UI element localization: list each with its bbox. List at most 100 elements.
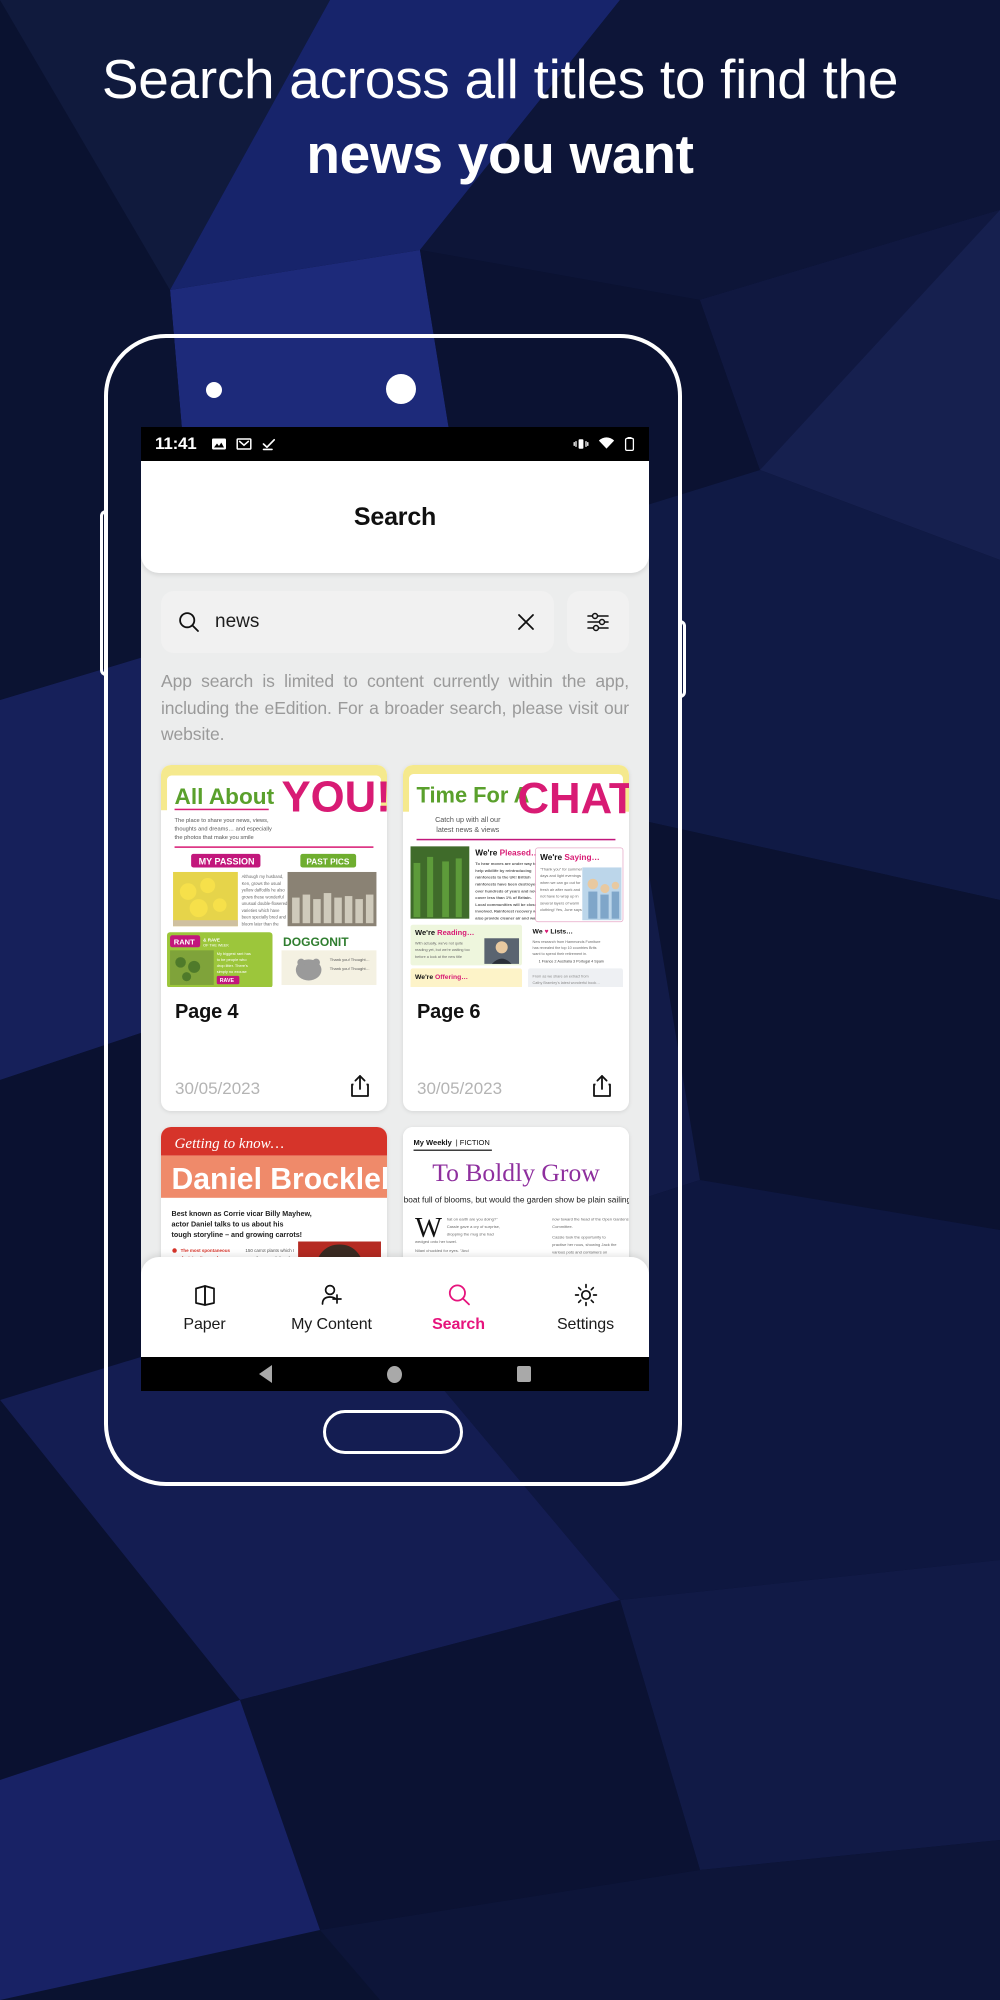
- svg-text:DOGGONIT: DOGGONIT: [283, 935, 349, 949]
- status-bar-system-icons: [573, 436, 635, 452]
- svg-text:simply no excuse: simply no excuse: [217, 969, 247, 974]
- svg-text:RANT: RANT: [174, 937, 195, 946]
- svg-text:before a look at the new title: before a look at the new title: [415, 955, 462, 959]
- result-meta: Page 4 30/05/2023: [161, 987, 387, 1111]
- svg-text:Ken, grows the usual: Ken, grows the usual: [242, 881, 281, 886]
- close-icon[interactable]: [514, 610, 538, 634]
- svg-text:MY PASSION: MY PASSION: [199, 856, 255, 866]
- search-bar-row: news: [161, 591, 629, 653]
- paper-icon: [194, 1284, 215, 1306]
- recents-square-icon[interactable]: [517, 1366, 532, 1382]
- svg-text:My Weekly: My Weekly: [414, 1138, 453, 1147]
- status-bar-notification-icons: [211, 436, 277, 452]
- result-title: Page 4: [175, 1000, 239, 1023]
- result-card[interactable]: Time For A CHAT Catch up with all our la…: [403, 764, 629, 1111]
- home-circle-icon[interactable]: [386, 1365, 402, 1383]
- svg-text:Nilani chuckled for eyes. "And: Nilani chuckled for eyes. "And: [415, 1248, 469, 1253]
- svg-text:Best known as Corrie vicar Bil: Best known as Corrie vicar Billy Mayhew,: [172, 1210, 312, 1218]
- svg-text:days and light evenings: days and light evenings: [540, 873, 581, 878]
- result-card[interactable]: All About YOU! The place to share your n…: [161, 764, 387, 1111]
- svg-text:Cassie gave a cry of surprise,: Cassie gave a cry of surprise,: [447, 1224, 500, 1229]
- svg-text:rainforests to the UK! British: rainforests to the UK! British: [475, 875, 531, 880]
- svg-text:when we can go out for: when we can go out for: [540, 880, 581, 885]
- svg-text:varieties which have: varieties which have: [242, 908, 281, 913]
- search-icon: [179, 612, 199, 632]
- svg-text:now toward the head of the Ope: now toward the head of the Open Gardens: [552, 1216, 629, 1221]
- svg-text:We ♥ Lists…: We ♥ Lists…: [533, 929, 573, 936]
- svg-text:help wildlife by reintroducing: help wildlife by reintroducing: [475, 868, 532, 873]
- svg-text:Committee.: Committee.: [552, 1224, 573, 1229]
- svg-text:A boat full of blooms, but wou: A boat full of blooms, but would the gar…: [403, 1195, 629, 1204]
- share-icon[interactable]: [347, 1073, 373, 1099]
- svg-text:involved. Rainforest recovery: involved. Rainforest recovery will: [475, 908, 539, 913]
- svg-text:YOU!: YOU!: [282, 772, 387, 821]
- svg-text:From as we share an extract fr: From as we share an extract from: [533, 974, 589, 978]
- app-header: Search: [141, 461, 649, 573]
- person-add-icon: [321, 1284, 342, 1305]
- phone-sensor-dot: [206, 382, 222, 398]
- search-disclaimer: App search is limited to content current…: [161, 671, 629, 745]
- svg-text:also provide cleaner air and w: also provide cleaner air and water: [475, 915, 541, 920]
- svg-text:PAST PICS: PAST PICS: [306, 857, 350, 866]
- nav-item-paper[interactable]: Paper: [141, 1281, 268, 1334]
- gear-icon: [574, 1283, 597, 1306]
- time-for-a-chat-page-art: Time For A CHAT Catch up with all our la…: [403, 764, 629, 987]
- filter-button[interactable]: [567, 591, 629, 653]
- all-about-you-page-art: All About YOU! The place to share your n…: [161, 764, 387, 987]
- nav-item-search[interactable]: Search: [395, 1281, 522, 1334]
- result-meta: Page 6 30/05/2023: [403, 987, 629, 1111]
- nav-item-settings[interactable]: Settings: [522, 1281, 649, 1334]
- headline-line-2: to find the: [659, 48, 899, 110]
- nav-item-my-content[interactable]: My Content: [268, 1281, 395, 1334]
- svg-text:RAVE: RAVE: [220, 978, 235, 984]
- svg-text:hat on earth are you doing?": hat on earth are you doing?": [447, 1216, 498, 1221]
- phone-screen: 11:41 Search news App search is limited …: [141, 427, 649, 1391]
- svg-text:We're Saying…: We're Saying…: [540, 853, 600, 862]
- result-date: 30/05/2023: [175, 1078, 261, 1098]
- svg-text:Thank you! Thought…: Thank you! Thought…: [330, 966, 370, 971]
- svg-text:latest news & views: latest news & views: [436, 825, 499, 834]
- filter-sliders-icon: [587, 612, 609, 632]
- page-title: Search: [353, 502, 437, 531]
- result-footer: 30/05/2023: [175, 1073, 373, 1099]
- svg-text:various pots and containers on: various pots and containers on: [552, 1249, 607, 1254]
- svg-text:drop litter. There's: drop litter. There's: [217, 963, 248, 968]
- nav-label: My Content: [291, 1315, 372, 1333]
- svg-text:reading yet, but we're waiting: reading yet, but we're waiting too: [415, 948, 470, 952]
- svg-text:wedged onto her towel.: wedged onto her towel.: [415, 1239, 457, 1244]
- svg-text:been specially bred and: been specially bred and: [242, 914, 287, 919]
- svg-text:Thank you! Thought…: Thank you! Thought…: [330, 957, 370, 962]
- svg-text:Although my husband,: Although my husband,: [242, 874, 284, 879]
- result-thumbnail: All About YOU! The place to share your n…: [161, 764, 387, 987]
- nav-label: Settings: [556, 1315, 614, 1333]
- promo-headline: Search across all titles to find the new…: [60, 42, 940, 193]
- svg-text:The most spontaneous: The most spontaneous: [181, 1248, 231, 1253]
- svg-text:actor Daniel talks to us about: actor Daniel talks to us about his: [172, 1220, 284, 1228]
- search-input[interactable]: news: [161, 591, 554, 653]
- android-navigation-bar: [141, 1357, 649, 1391]
- svg-text:Local communities will be clos: Local communities will be closely: [475, 902, 541, 907]
- svg-text:thoughts and dreams… and espec: thoughts and dreams… and especially: [175, 826, 272, 832]
- svg-text:yellow daffodils he also: yellow daffodils he also: [242, 887, 286, 892]
- svg-text:to be people who: to be people who: [217, 957, 248, 962]
- svg-text:Catch up with all our: Catch up with all our: [435, 815, 501, 824]
- svg-text:The place to share your news,: The place to share your news, views,: [175, 818, 269, 824]
- svg-text:cover less than 1% of Britain.: cover less than 1% of Britain.: [475, 895, 531, 900]
- svg-text:We're Pleased…: We're Pleased…: [475, 848, 539, 857]
- svg-text:We're Offering…: We're Offering…: [415, 974, 468, 981]
- svg-text:dropping the mug she had: dropping the mug she had: [447, 1231, 494, 1236]
- svg-text:With actually, we've not quite: With actually, we've not quite: [415, 941, 463, 945]
- svg-text:Cathy Bramley's latest wonderf: Cathy Bramley's latest wonderful book…: [533, 981, 601, 985]
- share-icon[interactable]: [589, 1073, 615, 1099]
- svg-text:We're Reading…: We're Reading…: [415, 928, 474, 937]
- svg-text:grows these wonderful: grows these wonderful: [242, 894, 284, 899]
- svg-text:To Boldly Grow: To Boldly Grow: [432, 1158, 600, 1187]
- svg-text:"Thank you" for summer: "Thank you" for summer: [540, 866, 583, 871]
- svg-text:OF THE WEEK: OF THE WEEK: [203, 943, 229, 947]
- svg-text:Time For A: Time For A: [417, 782, 530, 807]
- back-triangle-icon[interactable]: [258, 1365, 272, 1383]
- vibrate-icon: [573, 439, 589, 449]
- svg-text:unusual double-flowered: unusual double-flowered: [242, 901, 288, 906]
- svg-text:CHAT: CHAT: [518, 774, 629, 823]
- svg-text:tough storyline – and growing: tough storyline – and growing carrots!: [172, 1231, 303, 1239]
